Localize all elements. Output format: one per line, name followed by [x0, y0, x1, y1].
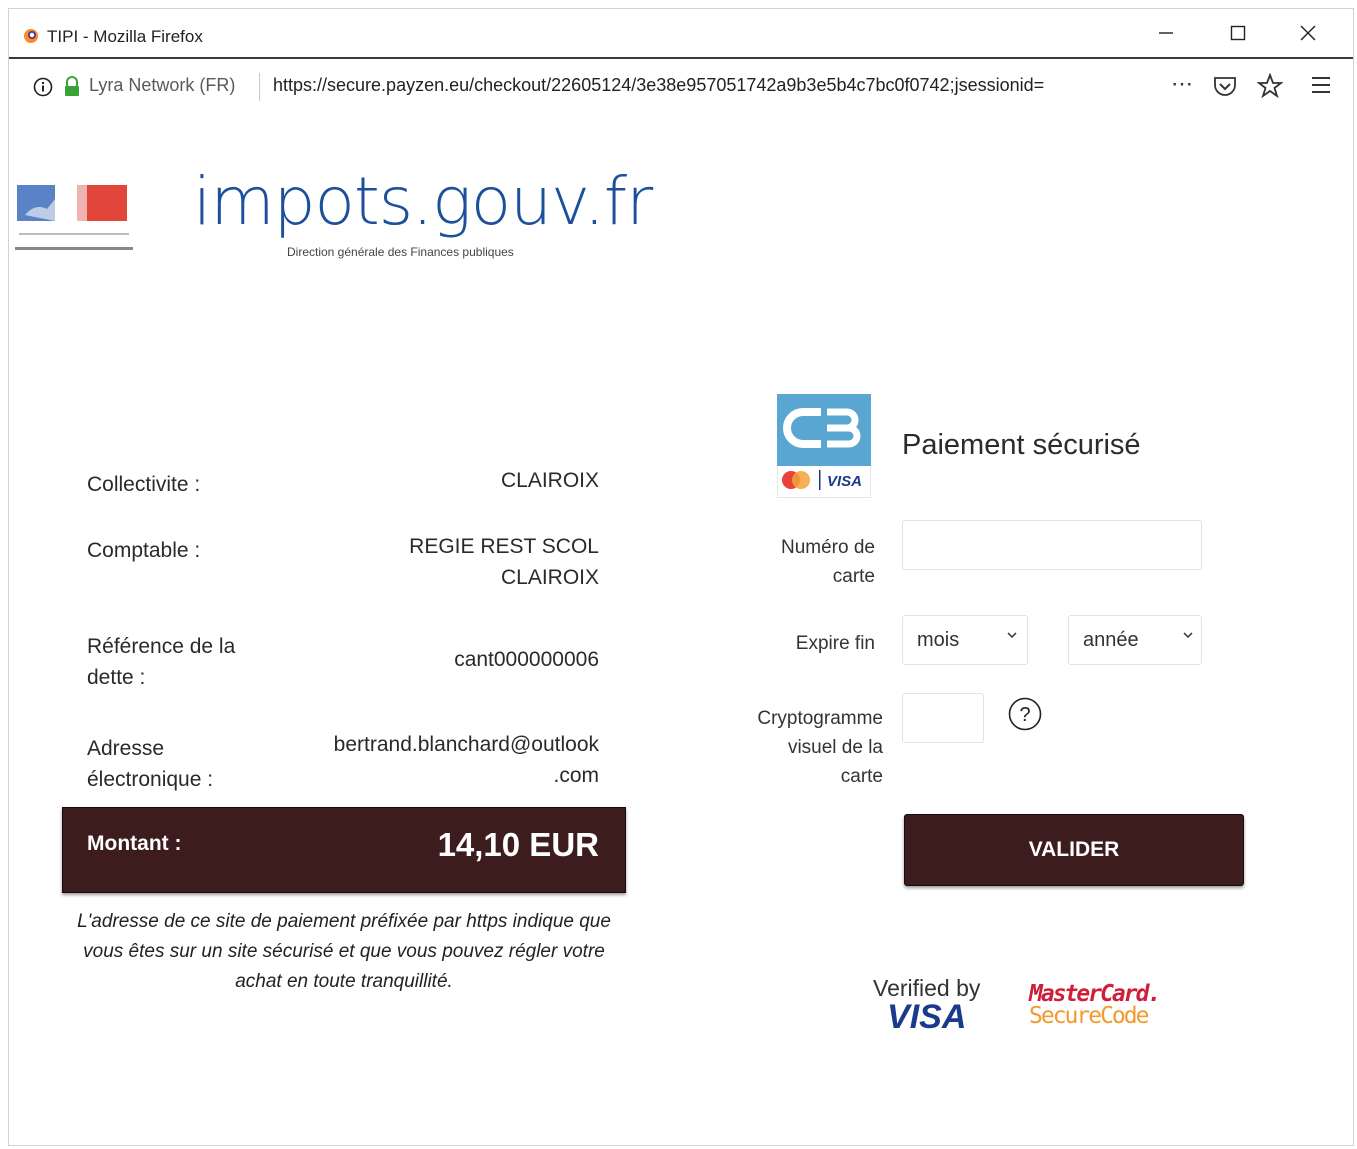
cvv-label: Cryptogramme visuel de la carte: [709, 704, 883, 791]
info-icon[interactable]: [33, 77, 53, 97]
maximize-button[interactable]: [1215, 17, 1261, 49]
month-select[interactable]: mois: [902, 615, 1028, 665]
help-icon[interactable]: ?: [1008, 697, 1042, 731]
site-identity[interactable]: Lyra Network (FR): [89, 75, 235, 96]
reference-value: cant000000006: [454, 648, 599, 671]
verified-visa-text: VISA: [887, 998, 967, 1036]
mastercard-securecode-logo: MasterCard. SecureCode: [1029, 981, 1161, 1029]
marianne-logo: [15, 185, 133, 250]
cvv-label-line3: carte: [840, 766, 883, 787]
email-row: Adresse électronique : bertrand.blanchar…: [87, 729, 599, 793]
cb-visa-text: VISA: [827, 473, 862, 490]
navigation-toolbar: Lyra Network (FR) https://secure.payzen.…: [9, 57, 1353, 115]
url-bar[interactable]: Lyra Network (FR) https://secure.payzen.…: [13, 65, 1330, 107]
brand-subtitle: Direction générale des Finances publique…: [287, 245, 514, 259]
collectivite-row: Collectivite : CLAIROIX: [87, 465, 599, 505]
lock-icon[interactable]: [63, 76, 81, 98]
url-text[interactable]: https://secure.payzen.eu/checkout/226051…: [273, 75, 1133, 96]
secure-payment-title: Paiement sécurisé: [902, 429, 1141, 461]
email-label-line1: Adresse: [87, 737, 165, 760]
browser-window: TIPI - Mozilla Firefox Lyra Network (FR)…: [8, 8, 1354, 1146]
close-icon: [1300, 25, 1316, 41]
hamburger-menu-icon[interactable]: [1310, 75, 1332, 95]
more-icon[interactable]: ⋯: [1171, 71, 1193, 97]
chevron-down-icon: [1183, 632, 1193, 639]
comptable-label: Comptable :: [87, 539, 201, 562]
close-button[interactable]: [1285, 17, 1331, 49]
firefox-icon: [24, 29, 38, 43]
collectivite-value: CLAIROIX: [500, 469, 599, 492]
amount-bar: Montant : 14,10 EUR: [62, 807, 626, 893]
card-number-input[interactable]: [902, 520, 1202, 570]
title-bar: TIPI - Mozilla Firefox: [9, 9, 1353, 53]
url-separator: [259, 73, 260, 101]
chevron-down-icon: [1007, 632, 1017, 639]
card-number-label-line2: carte: [832, 566, 875, 587]
maximize-icon: [1230, 25, 1246, 41]
minimize-button[interactable]: [1143, 17, 1189, 49]
cb-card-logo: VISA: [777, 394, 871, 498]
comptable-value-line1: REGIE REST SCOL: [409, 535, 599, 558]
brand-logo-text: impots.gouv.fr: [193, 163, 653, 240]
email-value-line2: .com: [553, 764, 599, 787]
comptable-row: Comptable : REGIE REST SCOL CLAIROIX: [87, 531, 599, 595]
year-select[interactable]: année: [1068, 615, 1202, 665]
window-title: TIPI - Mozilla Firefox: [47, 27, 203, 46]
card-number-label-line1: Numéro de: [781, 537, 875, 558]
expiry-label: Expire fin: [795, 633, 875, 654]
card-number-label: Numéro de carte: [709, 533, 875, 591]
year-select-value: année: [1083, 629, 1139, 651]
amount-value: 14,10 EUR: [437, 826, 599, 863]
cvv-label-line2: visuel de la: [787, 737, 883, 758]
email-label-line2: électronique :: [87, 768, 214, 791]
amount-label: Montant :: [87, 832, 182, 855]
collectivite-label: Collectivite :: [87, 473, 201, 496]
minimize-icon: [1159, 32, 1173, 34]
pocket-icon[interactable]: [1213, 75, 1237, 97]
bookmark-star-icon[interactable]: [1257, 73, 1283, 99]
comptable-value-line2: CLAIROIX: [500, 566, 599, 589]
month-select-value: mois: [917, 629, 960, 651]
reference-label-line1: Référence de la: [87, 635, 236, 658]
help-symbol: ?: [1019, 704, 1030, 726]
verified-by-visa-logo: Verified by VISA: [873, 975, 980, 1037]
cvv-input[interactable]: [902, 693, 984, 743]
validate-button[interactable]: VALIDER: [904, 814, 1244, 886]
securecode-text: SecureCode: [1029, 1003, 1149, 1029]
reference-label-line2: dette :: [87, 666, 146, 689]
reference-row: Référence de la dette : cant000000006: [87, 631, 599, 695]
cvv-label-line1: Cryptogramme: [757, 708, 883, 729]
email-value-line1: bertrand.blanchard@outlook: [333, 733, 599, 756]
security-disclaimer: L'adresse de ce site de paiement préfixé…: [77, 911, 611, 992]
